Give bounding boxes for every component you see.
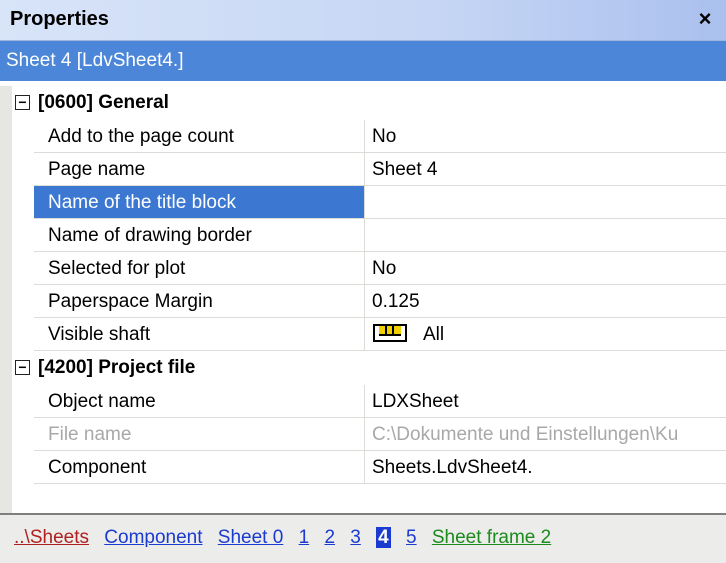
breadcrumb-current-sheet[interactable]: 4 bbox=[376, 527, 391, 548]
property-value[interactable]: No bbox=[372, 258, 396, 280]
property-row-page-name[interactable]: Page name Sheet 4 bbox=[12, 153, 726, 186]
property-name: Name of the title block bbox=[48, 192, 236, 213]
property-value[interactable]: LDXSheet bbox=[372, 391, 459, 413]
property-grid: − [0600] General Add to the page count N… bbox=[12, 86, 726, 484]
property-value[interactable]: C:\Dokumente und Einstellungen\Ku bbox=[372, 424, 678, 446]
property-name: Object name bbox=[48, 391, 156, 412]
shaft-icon bbox=[373, 324, 407, 342]
property-name: Page name bbox=[48, 159, 146, 180]
property-row-selected-for-plot[interactable]: Selected for plot No bbox=[12, 252, 726, 285]
breadcrumb: ..\Sheets Component Sheet 0 1 2 3 4 5 Sh… bbox=[0, 513, 726, 563]
panel-title: Properties bbox=[10, 8, 109, 30]
breadcrumb-parent-link[interactable]: ..\Sheets bbox=[14, 527, 89, 548]
property-name: Visible shaft bbox=[48, 324, 151, 345]
breadcrumb-sheet-5-link[interactable]: 5 bbox=[406, 527, 417, 548]
breadcrumb-sheet-frame-link[interactable]: Sheet frame 2 bbox=[432, 527, 551, 548]
property-row-title-block[interactable]: Name of the title block ... bbox=[12, 186, 726, 219]
grid-left-margin bbox=[0, 86, 12, 513]
property-name: Add to the page count bbox=[48, 126, 234, 147]
close-icon[interactable]: × bbox=[690, 4, 720, 34]
property-name: Paperspace Margin bbox=[48, 291, 213, 312]
breadcrumb-sheet-1-link[interactable]: 1 bbox=[299, 527, 310, 548]
category-general[interactable]: − [0600] General bbox=[12, 86, 726, 120]
property-name: Name of drawing border bbox=[48, 225, 252, 246]
collapse-icon[interactable]: − bbox=[15, 360, 30, 375]
property-row-visible-shaft[interactable]: Visible shaft All bbox=[12, 318, 726, 351]
breadcrumb-sheet-0-link[interactable]: Sheet 0 bbox=[218, 527, 284, 548]
property-value[interactable]: Sheets.LdvSheet4. bbox=[372, 457, 533, 479]
property-row-paperspace-margin[interactable]: Paperspace Margin 0.125 bbox=[12, 285, 726, 318]
property-value[interactable]: Sheet 4 bbox=[372, 159, 438, 181]
property-value[interactable]: All bbox=[423, 324, 444, 346]
property-row-add-to-page-count[interactable]: Add to the page count No bbox=[12, 120, 726, 153]
property-row-object-name[interactable]: Object name LDXSheet bbox=[12, 385, 726, 418]
object-selector[interactable]: Sheet 4 [LdvSheet4.] bbox=[0, 41, 726, 81]
property-row-file-name[interactable]: File name C:\Dokumente und Einstellungen… bbox=[12, 418, 726, 451]
category-label: [0600] General bbox=[38, 92, 169, 113]
property-name: File name bbox=[48, 424, 132, 445]
breadcrumb-sheet-3-link[interactable]: 3 bbox=[350, 527, 361, 548]
object-header: Sheet 4 [LdvSheet4.] bbox=[6, 50, 184, 71]
collapse-icon[interactable]: − bbox=[15, 95, 30, 110]
category-label: [4200] Project file bbox=[38, 357, 196, 378]
property-value[interactable]: No bbox=[372, 126, 396, 148]
category-project-file[interactable]: − [4200] Project file bbox=[12, 351, 726, 385]
property-row-component[interactable]: Component Sheets.LdvSheet4. bbox=[12, 451, 726, 484]
property-value[interactable]: 0.125 bbox=[372, 291, 420, 313]
property-row-drawing-border[interactable]: Name of drawing border bbox=[12, 219, 726, 252]
breadcrumb-sheet-2-link[interactable]: 2 bbox=[324, 527, 335, 548]
panel-titlebar: Properties × bbox=[0, 0, 726, 41]
property-name: Selected for plot bbox=[48, 258, 186, 279]
property-name: Component bbox=[48, 457, 147, 478]
breadcrumb-component-link[interactable]: Component bbox=[104, 527, 202, 548]
